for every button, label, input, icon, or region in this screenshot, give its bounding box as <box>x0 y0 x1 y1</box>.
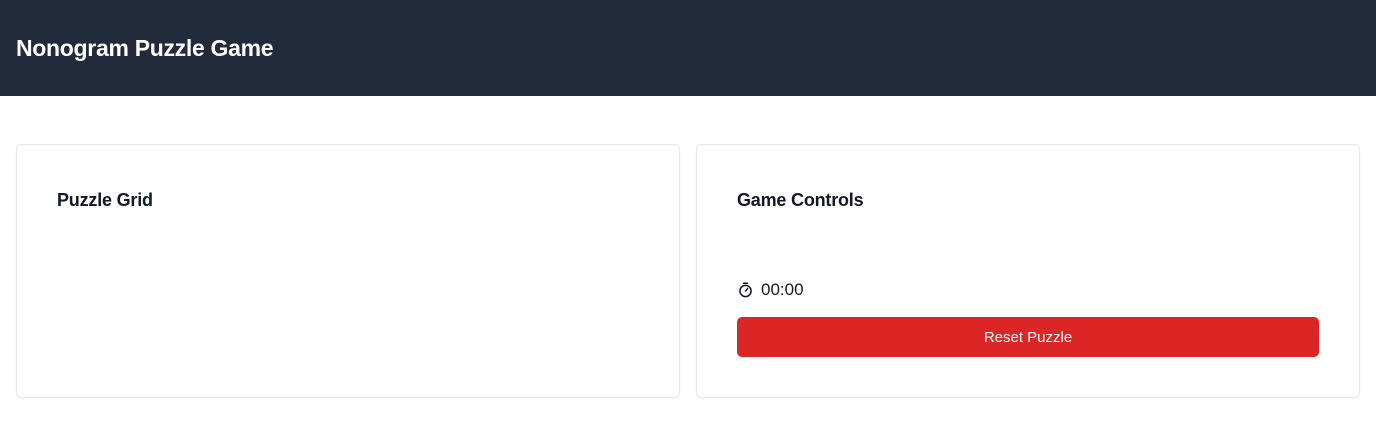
game-controls-title: Game Controls <box>737 190 864 210</box>
puzzle-grid-title: Puzzle Grid <box>57 190 153 210</box>
puzzle-grid-panel: Puzzle Grid <box>16 144 680 398</box>
timer: 00:00 <box>737 280 804 300</box>
reset-puzzle-button[interactable]: Reset Puzzle <box>737 317 1319 357</box>
app-title: Nonogram Puzzle Game <box>16 34 274 61</box>
app-header: Nonogram Puzzle Game <box>0 0 1376 96</box>
timer-value: 00:00 <box>761 280 804 299</box>
stopwatch-icon <box>737 282 753 298</box>
game-controls-panel: Game Controls 00:00 Reset Puzzle <box>696 144 1360 398</box>
